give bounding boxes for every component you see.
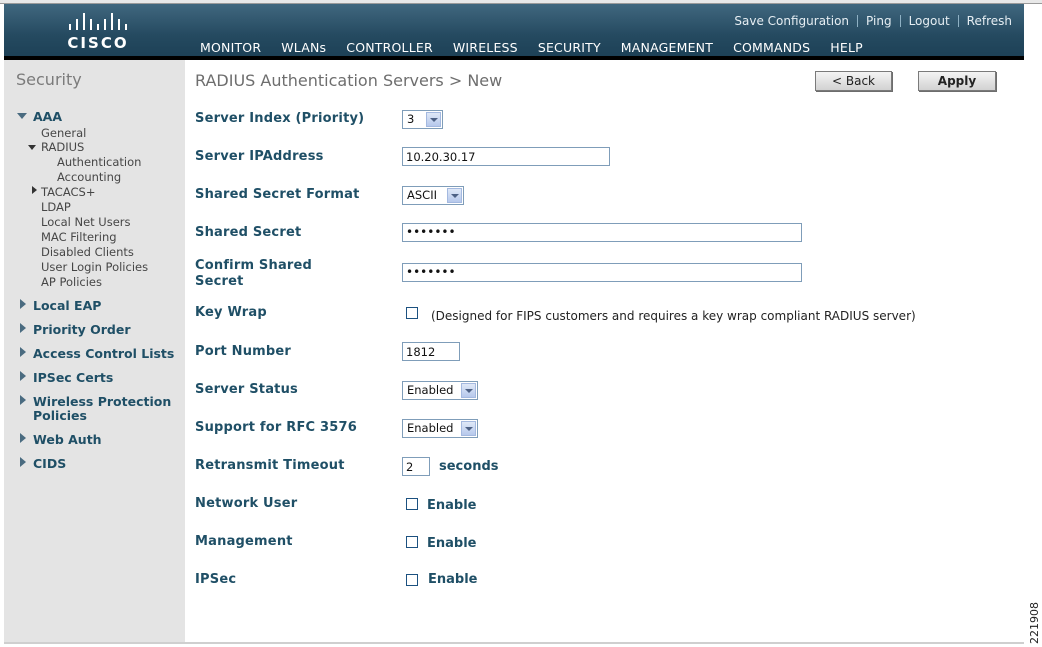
ipsec-checkbox[interactable] bbox=[406, 574, 418, 586]
expand-right-icon[interactable] bbox=[20, 433, 26, 443]
confirm-secret-label-line1: Confirm Shared bbox=[195, 258, 313, 273]
divider bbox=[857, 15, 859, 27]
rfc3576-select[interactable]: Enabled bbox=[402, 419, 478, 438]
shared-secret-input[interactable]: ••••••• bbox=[402, 223, 802, 242]
sidebar-item-accounting[interactable]: Accounting bbox=[57, 170, 121, 184]
chevron-down-icon[interactable] bbox=[461, 383, 476, 398]
rfc3576-value: Enabled bbox=[407, 421, 454, 435]
management-enable-label: Enable bbox=[427, 536, 477, 551]
sidebar-item-radius[interactable]: RADIUS bbox=[41, 140, 84, 154]
server-ip-label: Server IPAddress bbox=[195, 149, 324, 164]
refresh-link[interactable]: Refresh bbox=[967, 14, 1012, 28]
sidebar-item-disabled-clients[interactable]: Disabled Clients bbox=[41, 245, 134, 259]
sidebar-item-ldap[interactable]: LDAP bbox=[41, 200, 71, 214]
server-status-select[interactable]: Enabled bbox=[402, 381, 478, 400]
sidebar-item-local-eap[interactable]: Local EAP bbox=[33, 298, 101, 313]
sidebar-item-wireless-protection[interactable]: Wireless Protection bbox=[33, 394, 171, 409]
key-wrap-checkbox[interactable] bbox=[406, 307, 418, 319]
back-button[interactable]: < Back bbox=[815, 71, 892, 91]
secret-format-label: Shared Secret Format bbox=[195, 187, 360, 202]
retransmit-unit: seconds bbox=[439, 459, 499, 474]
figure-code: 221908 bbox=[1026, 598, 1042, 646]
cisco-bridge-icon bbox=[58, 12, 138, 30]
sidebar-item-priority-order[interactable]: Priority Order bbox=[33, 322, 131, 337]
confirm-secret-label-line2: Secret bbox=[195, 274, 244, 289]
sidebar-item-user-login-policies[interactable]: User Login Policies bbox=[41, 260, 148, 274]
cisco-logo: CISCO bbox=[58, 12, 138, 54]
app-window: CISCO Save Configuration Ping Logout Ref… bbox=[0, 0, 1042, 647]
logout-link[interactable]: Logout bbox=[909, 14, 950, 28]
server-index-label: Server Index (Priority) bbox=[195, 111, 365, 126]
secret-format-select[interactable]: ASCII bbox=[402, 186, 464, 205]
port-number-label: Port Number bbox=[195, 344, 292, 359]
expand-right-icon[interactable] bbox=[20, 457, 26, 467]
ipsec-enable-label: Enable bbox=[428, 572, 478, 587]
server-status-label: Server Status bbox=[195, 382, 298, 397]
expand-right-icon[interactable] bbox=[20, 347, 26, 357]
page-title: RADIUS Authentication Servers > New bbox=[195, 71, 503, 90]
sidebar-item-authentication[interactable]: Authentication bbox=[57, 155, 141, 169]
sidebar-item-ap-policies[interactable]: AP Policies bbox=[41, 275, 102, 289]
sidebar-item-local-net-users[interactable]: Local Net Users bbox=[41, 215, 131, 229]
expand-down-icon[interactable] bbox=[28, 145, 36, 150]
key-wrap-note: (Designed for FIPS customers and require… bbox=[431, 309, 916, 323]
utility-links: Save Configuration Ping Logout Refresh bbox=[734, 14, 1012, 28]
network-user-checkbox[interactable] bbox=[406, 498, 418, 510]
port-number-input[interactable] bbox=[402, 342, 460, 361]
expand-right-icon[interactable] bbox=[20, 395, 26, 405]
sidebar-title: Security bbox=[16, 70, 82, 89]
network-user-label: Network User bbox=[195, 496, 298, 511]
expand-right-icon[interactable] bbox=[20, 299, 26, 309]
server-status-value: Enabled bbox=[407, 383, 454, 397]
sidebar-item-tacacs[interactable]: TACACS+ bbox=[41, 185, 95, 199]
chevron-down-icon[interactable] bbox=[461, 421, 476, 436]
network-user-enable-label: Enable bbox=[427, 498, 477, 513]
management-checkbox[interactable] bbox=[406, 536, 418, 548]
ping-link[interactable]: Ping bbox=[866, 14, 892, 28]
expand-right-icon[interactable] bbox=[20, 371, 26, 381]
header-bar: CISCO Save Configuration Ping Logout Ref… bbox=[4, 4, 1024, 60]
server-index-value: 3 bbox=[407, 112, 415, 126]
save-configuration-link[interactable]: Save Configuration bbox=[734, 14, 849, 28]
retransmit-timeout-input[interactable] bbox=[402, 457, 430, 476]
secret-format-value: ASCII bbox=[407, 188, 437, 202]
sidebar-item-cids[interactable]: CIDS bbox=[33, 456, 66, 471]
divider bbox=[899, 15, 901, 27]
management-label: Management bbox=[195, 534, 293, 549]
shared-secret-label: Shared Secret bbox=[195, 225, 302, 240]
sidebar-item-ipsec-certs[interactable]: IPSec Certs bbox=[33, 370, 113, 385]
expand-down-icon[interactable] bbox=[17, 113, 27, 119]
figure-code-text: 221908 bbox=[1028, 602, 1041, 644]
chevron-down-icon[interactable] bbox=[447, 188, 462, 203]
expand-right-icon[interactable] bbox=[20, 323, 26, 333]
divider bbox=[957, 15, 959, 27]
rfc3576-label: Support for RFC 3576 bbox=[195, 420, 357, 435]
apply-button[interactable]: Apply bbox=[918, 71, 996, 91]
chevron-down-icon[interactable] bbox=[426, 112, 441, 127]
expand-right-icon[interactable] bbox=[32, 186, 37, 194]
confirm-secret-input[interactable]: ••••••• bbox=[402, 263, 802, 282]
sidebar-item-general[interactable]: General bbox=[41, 126, 86, 140]
key-wrap-label: Key Wrap bbox=[195, 305, 267, 320]
ipsec-label: IPSec bbox=[195, 572, 237, 587]
sidebar-item-wireless-protection-line2[interactable]: Policies bbox=[33, 408, 87, 423]
sidebar-item-access-control-lists[interactable]: Access Control Lists bbox=[33, 346, 174, 361]
sidebar: Security AAA General RADIUS Authenticati… bbox=[4, 60, 185, 642]
confirm-secret-label: Confirm Shared Secret bbox=[195, 258, 312, 290]
cisco-wordmark: CISCO bbox=[67, 34, 129, 52]
sidebar-item-web-auth[interactable]: Web Auth bbox=[33, 432, 102, 447]
sidebar-item-aaa[interactable]: AAA bbox=[33, 109, 62, 124]
window-bottom-edge bbox=[4, 642, 1024, 644]
server-index-select[interactable]: 3 bbox=[402, 110, 443, 129]
sidebar-item-mac-filtering[interactable]: MAC Filtering bbox=[41, 230, 117, 244]
server-ip-input[interactable] bbox=[402, 147, 610, 166]
retransmit-timeout-label: Retransmit Timeout bbox=[195, 458, 345, 473]
